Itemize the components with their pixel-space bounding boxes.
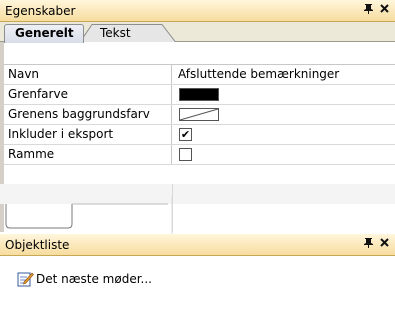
object-list-pane-header: Objektliste [0, 234, 395, 256]
property-row-inkluder[interactable]: Inkluder i eksport ✔ [4, 125, 395, 145]
property-grid: Navn Afsluttende bemærkninger Grenfarve … [4, 64, 395, 165]
pin-icon[interactable] [362, 237, 375, 252]
tab-generelt[interactable]: Generelt [4, 24, 84, 43]
property-value-ramme[interactable] [172, 145, 395, 164]
checkbox-checked[interactable]: ✔ [179, 128, 192, 141]
shape-preview [5, 196, 173, 234]
color-swatch-none[interactable] [179, 108, 219, 121]
property-value-baggrundsfarve[interactable] [172, 105, 395, 124]
tab-strip: Generelt Tekst [0, 22, 395, 43]
pin-icon[interactable] [362, 3, 375, 18]
object-list: Det næste møder... [0, 256, 395, 334]
property-label: Navn [4, 65, 172, 84]
close-icon[interactable] [378, 237, 391, 252]
tab-tekst[interactable]: Tekst [100, 25, 131, 41]
property-row-baggrundsfarve[interactable]: Grenens baggrundsfarv [4, 105, 395, 125]
properties-pane-title: Egenskaber [5, 4, 76, 18]
close-icon[interactable] [378, 3, 391, 18]
property-value-navn[interactable]: Afsluttende bemærkninger [172, 65, 395, 84]
color-swatch-black[interactable] [179, 88, 219, 101]
list-item[interactable]: Det næste møder... [17, 270, 152, 288]
property-row-ramme[interactable]: Ramme [4, 145, 395, 165]
property-label: Ramme [4, 145, 172, 164]
property-label: Grenfarve [4, 85, 172, 104]
object-list-pane-title: Objektliste [5, 238, 70, 252]
list-item-label: Det næste møder... [36, 272, 152, 286]
property-row-navn[interactable]: Navn Afsluttende bemærkninger [4, 65, 395, 85]
property-value-grenfarve[interactable] [172, 85, 395, 104]
property-value-inkluder[interactable]: ✔ [172, 125, 395, 144]
properties-pane-header: Egenskaber [0, 0, 395, 22]
property-row-grenfarve[interactable]: Grenfarve [4, 85, 395, 105]
checkbox-unchecked[interactable] [179, 148, 192, 161]
property-label: Grenens baggrundsfarv [4, 105, 172, 124]
document-pen-icon [17, 272, 34, 287]
property-label: Inkluder i eksport [4, 125, 172, 144]
